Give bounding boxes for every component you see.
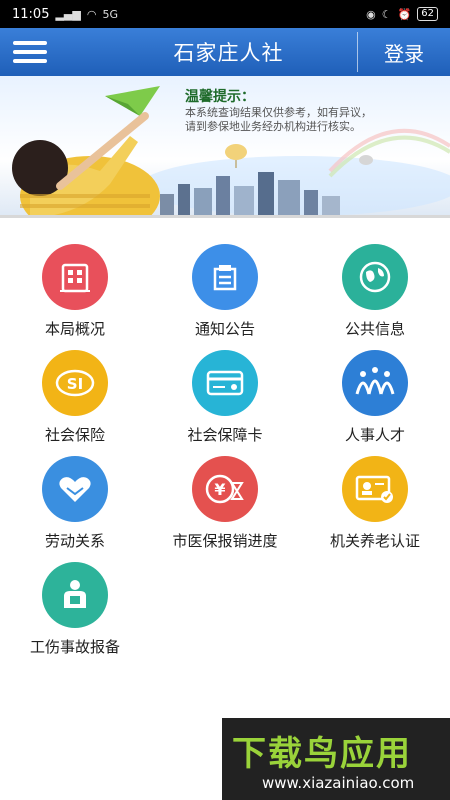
moon-icon: ☾ <box>381 7 392 21</box>
banner[interactable]: 温馨提示： 本系统查询结果仅供参考，如有异议， 请到参保地业务经办机构进行核实。 <box>0 76 450 218</box>
people-icon <box>342 350 408 416</box>
status-left: 11:05 ▂▄▆ ◠ 5G <box>12 7 118 22</box>
watermark-title: 下载鸟应用 <box>232 734 412 774</box>
wifi-icon: ◠ <box>86 7 97 21</box>
menu-label: 机关养老认证 <box>329 532 420 550</box>
status-time: 11:05 <box>12 6 50 22</box>
menu-label: 公共信息 <box>344 320 405 338</box>
alarm-icon: ⏰ <box>397 7 412 21</box>
menu-item-labor-relations[interactable]: 劳动关系 <box>0 456 150 556</box>
menu-button[interactable] <box>0 28 60 76</box>
notice-icon <box>192 244 258 310</box>
menu-label: 社会保险 <box>44 426 105 444</box>
building-icon <box>42 244 108 310</box>
menu-icon-bar <box>13 59 47 63</box>
tip-line-1: 本系统查询结果仅供参考，如有异议， <box>185 106 372 119</box>
battery-icon: 62 <box>417 7 438 21</box>
tip-title: 温馨提示： <box>185 89 255 105</box>
si-icon: SI <box>42 350 108 416</box>
menu-item-pension-certification[interactable]: 机关养老认证 <box>300 456 450 556</box>
svg-text:¥: ¥ <box>214 480 225 499</box>
worker-icon <box>42 562 108 628</box>
status-right: ◉ ☾ ⏰ 62 <box>366 7 438 21</box>
menu-item-social-security-card[interactable]: 社会保障卡 <box>150 350 300 450</box>
globe-icon <box>342 244 408 310</box>
menu-label: 工伤事故报备 <box>29 638 120 656</box>
menu-icon <box>13 41 47 45</box>
page-title: 石家庄人社 <box>173 41 284 65</box>
eye-icon: ◉ <box>366 7 376 21</box>
signal-label: 5G <box>102 7 118 21</box>
signal-icon: ▂▄▆ <box>55 7 81 21</box>
banner-tip: 温馨提示： 本系统查询结果仅供参考，如有异议， 请到参保地业务经办机构进行核实。 <box>185 86 372 134</box>
svg-text:SI: SI <box>67 375 83 393</box>
card-icon <box>192 350 258 416</box>
menu-item-bureau-overview[interactable]: 本局概况 <box>0 244 150 344</box>
menu-item-notice[interactable]: 通知公告 <box>150 244 300 344</box>
menu-label: 通知公告 <box>194 320 255 338</box>
status-bar: 11:05 ▂▄▆ ◠ 5G ◉ ☾ ⏰ 62 <box>0 0 450 28</box>
yen-hourglass-icon: ¥ <box>192 456 258 522</box>
menu-label: 社会保障卡 <box>187 426 263 444</box>
menu-label: 市医保报销进度 <box>172 532 278 550</box>
menu-item-public-info[interactable]: 公共信息 <box>300 244 450 344</box>
menu-item-social-insurance[interactable]: SI 社会保险 <box>0 350 150 450</box>
menu-item-personnel-talent[interactable]: 人事人才 <box>300 350 450 450</box>
watermark: 下载鸟应用 www.xiazainiao.com <box>222 718 450 800</box>
menu-label: 人事人才 <box>344 426 405 444</box>
menu-icon-bar <box>13 50 47 54</box>
handshake-icon <box>42 456 108 522</box>
id-check-icon <box>342 456 408 522</box>
login-button[interactable]: 登录 <box>358 38 450 67</box>
app-header: 石家庄人社 登录 <box>0 28 450 76</box>
menu-label: 劳动关系 <box>44 532 105 550</box>
tip-line-2: 请到参保地业务经办机构进行核实。 <box>185 120 361 133</box>
menu-item-work-injury-report[interactable]: 工伤事故报备 <box>0 562 150 662</box>
watermark-url: www.xiazainiao.com <box>262 774 415 792</box>
menu-label: 本局概况 <box>44 320 105 338</box>
menu-item-medical-reimbursement[interactable]: ¥ 市医保报销进度 <box>150 456 300 556</box>
